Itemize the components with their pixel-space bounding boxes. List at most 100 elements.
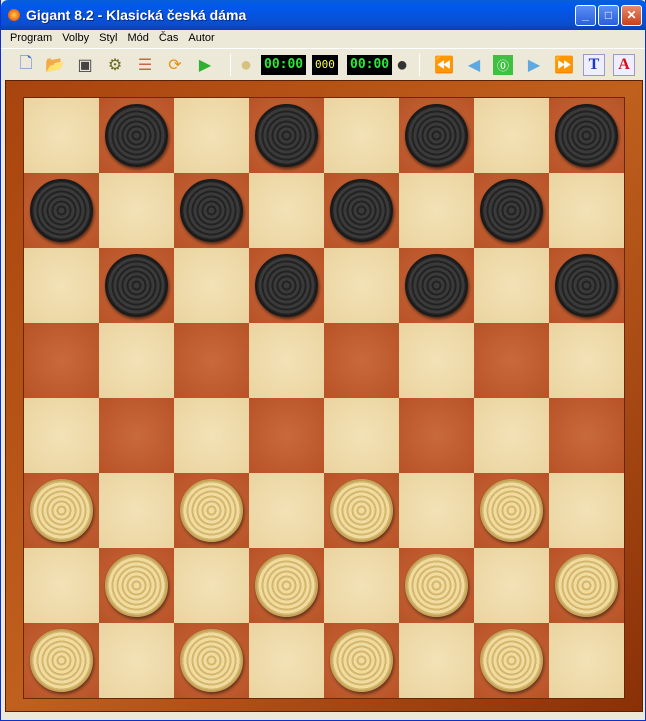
board-square[interactable] (24, 248, 99, 323)
menu-autor[interactable]: Autor (183, 30, 219, 48)
board-square[interactable] (24, 173, 99, 248)
board-square[interactable] (249, 323, 324, 398)
black-piece[interactable] (405, 254, 468, 317)
white-piece[interactable] (480, 479, 543, 542)
board-square[interactable] (249, 473, 324, 548)
black-piece[interactable] (105, 254, 168, 317)
menu-mod[interactable]: Mód (122, 30, 153, 48)
board-square[interactable] (174, 173, 249, 248)
board-square[interactable] (399, 323, 474, 398)
white-piece[interactable] (30, 479, 93, 542)
board-square[interactable] (24, 548, 99, 623)
black-piece[interactable] (105, 104, 168, 167)
board-square[interactable] (399, 248, 474, 323)
board-square[interactable] (324, 473, 399, 548)
menu-volby[interactable]: Volby (57, 30, 94, 48)
board-square[interactable] (549, 248, 624, 323)
black-piece[interactable] (255, 254, 318, 317)
menu-cas[interactable]: Čas (154, 30, 184, 48)
board-square[interactable] (474, 98, 549, 173)
board-square[interactable] (474, 623, 549, 698)
board-square[interactable] (324, 98, 399, 173)
white-piece[interactable] (330, 629, 393, 692)
board-square[interactable] (324, 248, 399, 323)
board-square[interactable] (249, 398, 324, 473)
black-piece[interactable] (30, 179, 93, 242)
close-button[interactable]: ✕ (621, 5, 642, 26)
board-square[interactable] (549, 173, 624, 248)
black-piece[interactable] (180, 179, 243, 242)
board-square[interactable] (399, 398, 474, 473)
play-icon[interactable]: ▶ (194, 54, 216, 76)
stop-icon[interactable]: ⓪ (493, 55, 513, 75)
white-piece[interactable] (555, 554, 618, 617)
board-square[interactable] (174, 398, 249, 473)
board-square[interactable] (399, 623, 474, 698)
white-piece[interactable] (180, 479, 243, 542)
info-icon[interactable]: ☰ (134, 54, 156, 76)
board-square[interactable] (174, 473, 249, 548)
new-game-icon[interactable]: 🗋 (15, 54, 37, 76)
board-square[interactable] (474, 173, 549, 248)
board-square[interactable] (24, 98, 99, 173)
open-folder-icon[interactable]: 📂 (44, 54, 66, 76)
black-piece[interactable] (480, 179, 543, 242)
next-move-icon[interactable]: ▶ (523, 54, 545, 76)
board-square[interactable] (174, 248, 249, 323)
board-square[interactable] (249, 248, 324, 323)
board-square[interactable] (549, 398, 624, 473)
menu-styl[interactable]: Styl (94, 30, 122, 48)
board-square[interactable] (399, 548, 474, 623)
board-square[interactable] (24, 473, 99, 548)
board-square[interactable] (474, 473, 549, 548)
board-square[interactable] (24, 623, 99, 698)
board-square[interactable] (249, 548, 324, 623)
board-square[interactable] (474, 323, 549, 398)
board-square[interactable] (399, 473, 474, 548)
board-square[interactable] (324, 398, 399, 473)
white-piece[interactable] (255, 554, 318, 617)
white-piece[interactable] (30, 629, 93, 692)
white-piece[interactable] (180, 629, 243, 692)
board-square[interactable] (99, 473, 174, 548)
board-square[interactable] (249, 98, 324, 173)
previous-move-icon[interactable]: ◀ (463, 54, 485, 76)
board-square[interactable] (249, 173, 324, 248)
text-notation-icon[interactable]: T (583, 54, 605, 76)
board-square[interactable] (174, 623, 249, 698)
board-square[interactable] (474, 248, 549, 323)
black-piece[interactable] (555, 254, 618, 317)
black-piece[interactable] (255, 104, 318, 167)
board-square[interactable] (99, 623, 174, 698)
board-square[interactable] (324, 323, 399, 398)
board-square[interactable] (99, 323, 174, 398)
black-piece[interactable] (555, 104, 618, 167)
white-piece[interactable] (405, 554, 468, 617)
board-square[interactable] (99, 248, 174, 323)
board-square[interactable] (474, 398, 549, 473)
board-square[interactable] (474, 548, 549, 623)
settings-gear-icon[interactable]: ⚙ (104, 54, 126, 76)
board-square[interactable] (399, 98, 474, 173)
board-square[interactable] (174, 548, 249, 623)
board-square[interactable] (324, 548, 399, 623)
board-square[interactable] (99, 548, 174, 623)
white-piece[interactable] (105, 554, 168, 617)
board-square[interactable] (249, 623, 324, 698)
board-square[interactable] (324, 623, 399, 698)
board-square[interactable] (99, 173, 174, 248)
font-icon[interactable]: A (613, 54, 635, 76)
board-square[interactable] (549, 473, 624, 548)
save-icon[interactable]: ▣ (74, 54, 96, 76)
board-square[interactable] (549, 323, 624, 398)
board-square[interactable] (324, 173, 399, 248)
white-piece[interactable] (330, 479, 393, 542)
menu-program[interactable]: Program (5, 30, 57, 48)
black-piece[interactable] (405, 104, 468, 167)
board-square[interactable] (174, 98, 249, 173)
board-square[interactable] (99, 398, 174, 473)
board-square[interactable] (399, 173, 474, 248)
white-piece[interactable] (480, 629, 543, 692)
board-square[interactable] (549, 98, 624, 173)
first-move-icon[interactable]: ⏪ (433, 54, 455, 76)
